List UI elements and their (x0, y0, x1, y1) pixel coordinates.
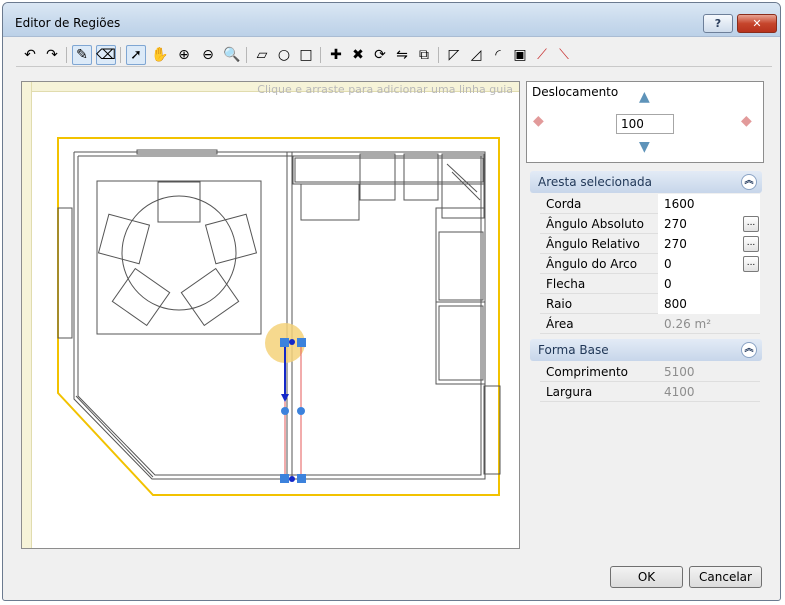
cancel-button[interactable]: Cancelar (689, 566, 762, 588)
redo-icon[interactable]: ↷ (42, 45, 62, 65)
move-down-icon[interactable]: ▼ (639, 140, 650, 154)
prop-row-width: Largura 4100 (540, 382, 760, 402)
prop-label: Ângulo do Arco (546, 257, 638, 271)
circle-tool-icon[interactable]: ○ (274, 45, 294, 65)
polygon-tool-icon[interactable]: ▱ (252, 45, 272, 65)
kitchen-cabinets (292, 153, 501, 475)
zoom-fit-icon[interactable]: 🔍 (222, 45, 242, 65)
displacement-title: Deslocamento (532, 85, 619, 99)
remove-point-icon[interactable]: ✖ (348, 45, 368, 65)
prop-label: Largura (546, 385, 593, 399)
prop-value[interactable]: 270 (664, 217, 687, 231)
prop-label: Comprimento (546, 365, 629, 379)
prop-label: Raio (546, 297, 573, 311)
drawing-canvas[interactable]: Clique e arraste para adicionar uma linh… (21, 81, 520, 549)
rectangle-tool-icon[interactable]: □ (296, 45, 316, 65)
prop-value-readonly: 5100 (664, 365, 695, 379)
prop-label: Ângulo Relativo (546, 237, 640, 251)
toolbar: ↶ ↷ ✎ ⌫ ➚ ✋ ⊕ ⊖ 🔍 ▱ ○ □ ✚ ✖ ⟳ ⇋ ⧉ ◸ ◿ ◜ … (16, 43, 772, 67)
base-shape-header-label: Forma Base (538, 343, 609, 357)
toolbar-separator (320, 47, 321, 63)
chamfer-icon[interactable]: ◿ (466, 45, 486, 65)
ok-button[interactable]: OK (610, 566, 683, 588)
pointer-icon[interactable]: ➚ (126, 45, 146, 65)
move-right-icon[interactable]: ◆ (741, 114, 752, 128)
move-left-icon[interactable]: ◆ (533, 114, 544, 128)
ellipsis-button[interactable]: ... (743, 216, 759, 232)
prop-value[interactable]: 270 (664, 237, 687, 251)
displacement-panel: Deslocamento ▲ ◆ ◆ ▼ (526, 81, 764, 163)
mirror-region-icon[interactable]: ⇋ (392, 45, 412, 65)
toolbar-separator (246, 47, 247, 63)
prop-label: Corda (546, 197, 582, 211)
prop-label: Área (546, 317, 574, 331)
prop-value[interactable]: 800 (664, 297, 687, 311)
base-shape-header[interactable]: Forma Base ︽ (530, 339, 762, 361)
window-title: Editor de Regiões (15, 16, 121, 30)
prop-row-length: Comprimento 5100 (540, 362, 760, 382)
collapse-icon[interactable]: ︽ (741, 342, 757, 358)
room-walls (57, 149, 486, 480)
floor-plan[interactable] (22, 82, 519, 548)
zoom-in-icon[interactable]: ⊕ (174, 45, 194, 65)
region-outline[interactable] (57, 137, 500, 496)
toolbar-separator (438, 47, 439, 63)
move-up-icon[interactable]: ▲ (639, 90, 650, 104)
prop-row-arc-angle: Ângulo do Arco 0 ... (540, 254, 760, 274)
prop-row-sagitta: Flecha 0 (540, 274, 760, 294)
add-point-icon[interactable]: ✚ (326, 45, 346, 65)
region-editor-window: Editor de Regiões ? ✕ ↶ ↷ ✎ ⌫ ➚ ✋ ⊕ ⊖ 🔍 … (2, 2, 781, 601)
titlebar: Editor de Regiões ? ✕ (3, 3, 780, 37)
ellipsis-button[interactable]: ... (743, 256, 759, 272)
selected-edge-header[interactable]: Aresta selecionada ︽ (530, 171, 762, 193)
cut-corner-icon[interactable]: ◸ (444, 45, 464, 65)
undo-icon[interactable]: ↶ (20, 45, 40, 65)
edit-region-icon[interactable]: ✎ (72, 45, 92, 65)
offset-region-icon[interactable]: ⧉ (414, 45, 434, 65)
prop-row-absolute-angle: Ângulo Absoluto 270 ... (540, 214, 760, 234)
displacement-input[interactable] (616, 114, 674, 134)
prop-value-readonly: 0.26 m² (664, 317, 712, 331)
prop-value-field[interactable] (658, 274, 760, 294)
collapse-icon[interactable]: ︽ (741, 174, 757, 190)
toolbar-separator (66, 47, 67, 63)
arc-red-icon[interactable]: ⟍ (554, 45, 574, 65)
prop-value[interactable]: 0 (664, 277, 672, 291)
help-button[interactable]: ? (703, 14, 733, 33)
delete-region-icon[interactable]: ⌫ (96, 45, 116, 65)
square-region-icon[interactable]: ▣ (510, 45, 530, 65)
rotate-region-icon[interactable]: ⟳ (370, 45, 390, 65)
selected-edge-header-label: Aresta selecionada (538, 175, 652, 189)
round-corner-icon[interactable]: ◜ (488, 45, 508, 65)
prop-label: Ângulo Absoluto (546, 217, 644, 231)
prop-row-relative-angle: Ângulo Relativo 270 ... (540, 234, 760, 254)
prop-row-radius: Raio 800 (540, 294, 760, 314)
prop-row-area: Área 0.26 m² (540, 314, 760, 334)
ellipsis-button[interactable]: ... (743, 236, 759, 252)
dining-set (96, 180, 262, 335)
prop-value[interactable]: 1600 (664, 197, 695, 211)
prop-row-chord: Corda 1600 (540, 194, 760, 214)
zoom-out-icon[interactable]: ⊖ (198, 45, 218, 65)
prop-value-readonly: 4100 (664, 385, 695, 399)
toolbar-separator (120, 47, 121, 63)
prop-label: Flecha (546, 277, 586, 291)
close-button[interactable]: ✕ (737, 14, 777, 33)
pan-icon[interactable]: ✋ (150, 45, 170, 65)
prop-value[interactable]: 0 (664, 257, 672, 271)
trim-red-icon[interactable]: ⟋ (532, 45, 552, 65)
edge-direction-arrow (281, 394, 289, 402)
